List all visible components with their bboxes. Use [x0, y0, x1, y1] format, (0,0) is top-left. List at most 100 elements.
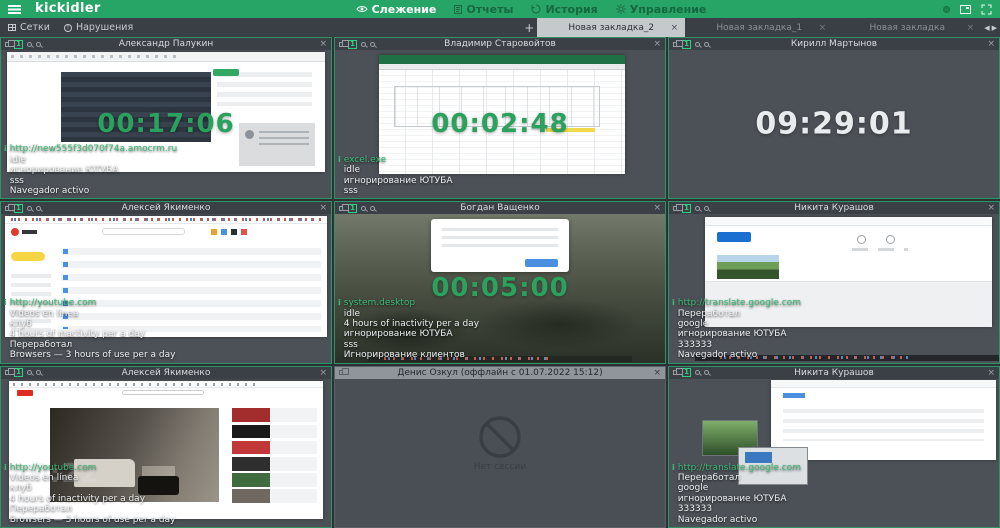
screen-preview[interactable]: 09:29:01: [669, 50, 999, 198]
nav-reports[interactable]: Отчеты: [454, 3, 513, 16]
grids-button[interactable]: Сетки: [8, 22, 50, 33]
screen-preview[interactable]: i http://translate.google.com Переработа…: [669, 214, 999, 362]
close-icon[interactable]: ×: [319, 367, 327, 379]
monitor-count-badge[interactable]: 1: [348, 40, 357, 49]
monitor-count: 1: [684, 40, 689, 48]
tab-scroll-right-icon[interactable]: ▶: [992, 24, 997, 32]
layout-icon[interactable]: [673, 42, 678, 47]
screen-preview[interactable]: i http://youtube.com Videos en línea клу…: [1, 214, 331, 362]
violation-text: игнорирование ЮТУБА: [678, 329, 801, 339]
monitor-count-badge[interactable]: 1: [682, 368, 691, 377]
violation-text: игнорирование ЮТУБА: [344, 329, 479, 339]
layout-icon[interactable]: [5, 370, 10, 375]
window-icon[interactable]: [960, 4, 971, 14]
grids-label: Сетки: [20, 22, 50, 33]
zoom-in-icon[interactable]: [27, 206, 32, 211]
info-marker-icon: i: [4, 298, 7, 360]
monitor-count-badge[interactable]: 1: [682, 40, 691, 49]
tab-new-bookmark-1[interactable]: Новая закладка_1 ×: [685, 18, 833, 37]
add-tab-button[interactable]: +: [521, 21, 537, 35]
zoom-in-icon[interactable]: [361, 206, 366, 211]
active-app-link[interactable]: http://youtube.com: [10, 463, 176, 473]
active-app-link[interactable]: http://translate.google.com: [678, 298, 801, 308]
fullscreen-icon[interactable]: [981, 4, 992, 15]
layout-icon[interactable]: [5, 206, 10, 211]
tab-close-icon[interactable]: ×: [671, 23, 679, 33]
monitor-count-badge[interactable]: 1: [14, 204, 23, 213]
close-icon[interactable]: ×: [319, 202, 327, 214]
close-icon[interactable]: ×: [653, 367, 661, 379]
screen-preview[interactable]: 00:17:06 i http://new555f3d070f74a.amocr…: [1, 50, 331, 198]
close-icon[interactable]: ×: [987, 367, 995, 379]
zoom-in-icon[interactable]: [361, 42, 366, 47]
monitor-tile[interactable]: 1 Никита Курашов × i h: [668, 366, 1000, 528]
monitor-count-badge[interactable]: 1: [14, 368, 23, 377]
tab-new-bookmark[interactable]: Новая закладка ×: [833, 18, 981, 37]
monitor-tile[interactable]: 1 Никита Курашов ×: [668, 201, 1000, 363]
tile-header: 1 Никита Курашов ×: [669, 367, 999, 379]
tile-header-icons: 1: [669, 368, 709, 377]
screen-preview[interactable]: Нет сессии: [335, 379, 665, 527]
mock-search-field: [122, 390, 204, 395]
active-app-link[interactable]: http://new555f3d070f74a.amocrm.ru: [10, 144, 177, 154]
tile-header-icons: 1: [1, 204, 41, 213]
violation-text: idle: [344, 165, 453, 175]
mock-blue-button: [717, 232, 751, 242]
violation-text: Videos en línea: [10, 473, 176, 483]
violation-text: idle: [344, 309, 479, 319]
layout-icon[interactable]: [339, 42, 344, 47]
violation-text: sss: [344, 340, 479, 350]
zoom-in-icon[interactable]: [695, 42, 700, 47]
violation-lines: http://translate.google.com Переработал …: [678, 463, 801, 525]
active-app-link[interactable]: system.desktop: [344, 298, 479, 308]
tab-close-icon[interactable]: ×: [819, 23, 827, 33]
active-app-link[interactable]: http://youtube.com: [10, 298, 176, 308]
layout-icon[interactable]: [5, 42, 10, 47]
monitor-tile[interactable]: 1 Богдан Ващенко × 00:05:00 i system.des…: [334, 201, 666, 363]
tab-label: Новая закладка_1: [716, 23, 802, 33]
nav-management[interactable]: Управление: [616, 3, 707, 16]
nav-history[interactable]: История: [531, 3, 597, 16]
layout-icon[interactable]: [673, 206, 678, 211]
screen-preview[interactable]: 00:02:48 i excel.exe idle игнорирование …: [335, 50, 665, 198]
screen-preview[interactable]: 00:05:00 i system.desktop idle 4 hours o…: [335, 214, 665, 362]
tab-scroll-left-icon[interactable]: ◀: [984, 24, 989, 32]
screen-preview[interactable]: i http://translate.google.com Переработа…: [669, 379, 999, 527]
screen-preview[interactable]: 0:22 i http://youtube.com Videos en líne…: [1, 379, 331, 527]
close-icon[interactable]: ×: [987, 202, 995, 214]
mock-thumbnail-list: [232, 408, 317, 513]
hamburger-menu-icon[interactable]: [8, 5, 21, 14]
monitor-tile[interactable]: 1 Алексей Якименко × 0:22: [0, 366, 332, 528]
mock-blue-link: [783, 393, 805, 398]
zoom-in-icon[interactable]: [695, 370, 700, 375]
layout-icon[interactable]: [339, 370, 344, 375]
activity-timer: 09:29:01: [669, 107, 999, 142]
close-icon[interactable]: ×: [653, 202, 661, 214]
tab-close-icon[interactable]: ×: [967, 23, 975, 33]
monitor-tile-offline[interactable]: Денис Озкул (оффлайн с 01.07.2022 15:12)…: [334, 366, 666, 528]
zoom-in-icon[interactable]: [27, 370, 32, 375]
layout-icon[interactable]: [673, 370, 678, 375]
zoom-in-icon[interactable]: [695, 206, 700, 211]
tab-new-bookmark-2[interactable]: Новая закладка_2 ×: [537, 18, 685, 37]
tile-header-icons: 1: [335, 40, 375, 49]
active-app-link[interactable]: http://translate.google.com: [678, 463, 801, 473]
monitor-tile[interactable]: 1 Владимир Старовойтов × 00:02:48: [334, 37, 666, 199]
monitor-count-badge[interactable]: 1: [348, 204, 357, 213]
close-icon[interactable]: ×: [987, 38, 995, 50]
active-app-link[interactable]: excel.exe: [344, 155, 453, 165]
app-logo: kickidler: [35, 0, 101, 18]
monitor-count-badge[interactable]: 1: [682, 204, 691, 213]
layout-icon[interactable]: [339, 206, 344, 211]
monitor-tile[interactable]: 1 Александр Палукин × 00:17:06: [0, 37, 332, 199]
monitor-tile[interactable]: 1 Кирилл Мартынов × 09:29:01: [668, 37, 1000, 199]
monitor-count-badge[interactable]: 1: [14, 40, 23, 49]
zoom-in-icon[interactable]: [27, 42, 32, 47]
close-icon[interactable]: ×: [653, 38, 661, 50]
nav-monitoring[interactable]: Слежение: [356, 3, 437, 16]
violations-button[interactable]: Нарушения: [64, 22, 133, 33]
close-icon[interactable]: ×: [319, 38, 327, 50]
no-connection-icon: [477, 414, 523, 464]
tile-header-icons: 1: [1, 368, 41, 377]
monitor-tile[interactable]: 1 Алексей Якименко ×: [0, 201, 332, 363]
